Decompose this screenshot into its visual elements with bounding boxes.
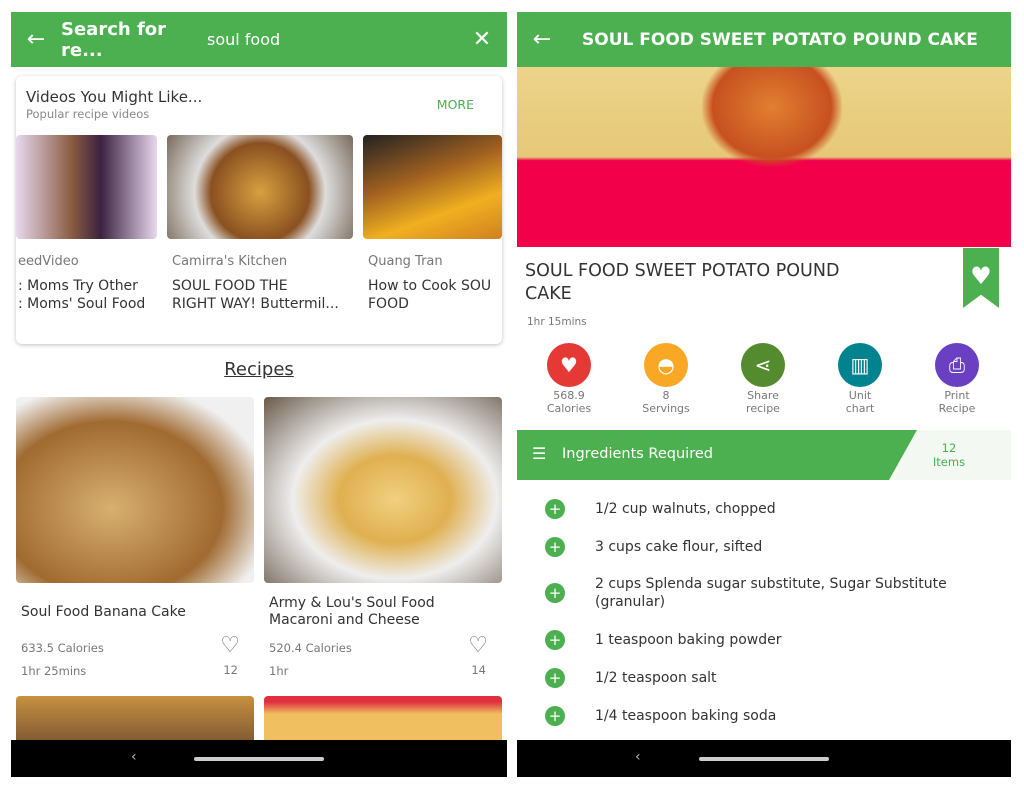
search-screen: ← Search for re... soul food ✕ Videos Yo… [11,12,507,777]
add-plus-icon[interactable]: + [545,706,565,726]
ingredients-bar: ☰ Ingredients Required 12 Items [517,430,1011,480]
videos-subtitle: Popular recipe videos [26,107,150,121]
action-value: 568.9 [553,389,585,402]
favorite-heart-icon[interactable]: ♡ [468,633,488,658]
search-title: Search for re... [61,18,167,61]
favorite-heart-icon[interactable]: ♡ [220,633,240,658]
recipe-calories: 633.5 Calories [21,641,104,655]
more-button[interactable]: MORE [437,97,474,112]
like-count: 12 [223,663,238,677]
ingredient-item[interactable]: +2 cups Splenda sugar substitute, Sugar … [545,575,965,611]
video-title[interactable]: SOUL FOOD THE RIGHT WAY! Buttermil... [172,277,352,313]
recipe-time: 1hr [269,664,289,678]
recipe-title: SOUL FOOD SWEET POTATO POUND CAKE [525,261,840,304]
add-plus-icon[interactable]: + [545,668,565,688]
share-icon: ⋖ [741,343,785,387]
add-plus-icon[interactable]: + [545,537,565,557]
recipe-time: 1hr 25mins [21,664,87,678]
ruler-icon: ▥ [838,343,882,387]
ingredient-text: 1/4 teaspoon baking soda [595,708,777,724]
like-count: 14 [471,663,486,677]
action-label: recipe [746,402,780,415]
video-thumbnail[interactable] [363,135,502,239]
recipe-calories: 520.4 Calories [269,641,352,655]
video-source: Quang Tran [368,254,443,269]
ingredient-item[interactable]: +1/2 teaspoon salt [545,668,717,688]
share-recipe-button[interactable]: ⋖ Share recipe [728,343,798,415]
add-plus-icon[interactable]: + [545,630,565,650]
system-nav-bar: ‹ [517,740,1011,777]
ingredient-item[interactable]: +3 cups cake flour, sifted [545,537,762,557]
recipe-name: Army & Lou's Soul Food Macaroni and Chee… [269,595,435,628]
ingredient-text: 1 teaspoon baking powder [595,632,782,648]
add-plus-icon[interactable]: + [545,583,565,603]
back-arrow-icon[interactable]: ← [11,27,61,52]
recipe-image [264,397,502,583]
unit-chart-button[interactable]: ▥ Unit chart [825,343,895,415]
search-bar: ← Search for re... soul food ✕ [11,12,507,67]
action-label: chart [845,402,875,415]
action-label: Print [944,389,970,402]
video-thumbnail[interactable] [16,135,157,239]
ingredients-label: Ingredients Required [562,446,713,462]
ingredient-item[interactable]: +1 teaspoon baking powder [545,630,782,650]
ingredient-item[interactable]: +1/4 teaspoon baking soda [545,706,776,726]
action-label: Share [747,389,779,402]
video-source: eedVideo [18,254,79,269]
recipe-card[interactable]: Army & Lou's Soul Food Macaroni and Chee… [264,397,502,687]
videos-card: Videos You Might Like... Popular recipe … [16,76,502,344]
home-handle[interactable] [699,757,829,761]
recipe-detail-screen: ← SOUL FOOD SWEET POTATO POUND CAKE SOUL… [517,12,1011,777]
add-plus-icon[interactable]: + [545,499,565,519]
action-value: 8 [662,389,670,402]
system-nav-bar: ‹ [11,740,507,777]
back-arrow-icon[interactable]: ← [517,27,567,52]
recipe-hero-image [517,67,1011,247]
detail-header: ← SOUL FOOD SWEET POTATO POUND CAKE [517,12,1011,67]
video-title[interactable]: : Moms Try Other : Moms' Soul Food [18,277,166,313]
action-label: Unit [848,389,872,402]
ingredient-item[interactable]: +1/2 cup walnuts, chopped [545,499,776,519]
nav-back-icon[interactable]: ‹ [635,749,641,765]
servings-action: ◓ 8 Servings [631,343,701,415]
search-input[interactable]: soul food [207,30,457,49]
items-count: 12 [941,441,957,455]
calorie-flame-icon: ♥ [547,343,591,387]
home-handle[interactable] [194,757,324,761]
videos-title: Videos You Might Like... [26,88,203,106]
video-source: Camirra's Kitchen [172,254,288,269]
calories-action: ♥ 568.9 Calories [534,343,604,415]
video-thumbnail[interactable] [167,135,353,239]
recipe-card[interactable]: Soul Food Banana Cake 633.5 Calories 1hr… [16,397,254,687]
bookmark-heart-icon[interactable]: ♥ [963,248,999,308]
clear-close-icon[interactable]: ✕ [457,27,507,52]
items-label: Items [932,455,966,469]
nav-back-icon[interactable]: ‹ [131,749,137,765]
recipes-heading: Recipes [224,359,294,380]
ingredient-text: 1/2 teaspoon salt [595,670,717,686]
print-recipe-button[interactable]: ⎙ Print Recipe [922,343,992,415]
ingredient-text: 1/2 cup walnuts, chopped [595,501,776,517]
action-label: Calories [546,402,592,415]
list-icon: ☰ [532,444,547,463]
recipe-image [16,397,254,583]
serving-cloche-icon: ◓ [644,343,688,387]
ingredient-text: 2 cups Splenda sugar substitute, Sugar S… [595,576,947,610]
cook-time: 1hr 15mins [527,316,587,328]
recipe-name: Soul Food Banana Cake [21,604,186,620]
video-title[interactable]: How to Cook SOU FOOD [368,277,502,313]
header-title: SOUL FOOD SWEET POTATO POUND CAKE [582,29,978,50]
ingredient-text: 3 cups cake flour, sifted [595,539,763,555]
action-label: Recipe [938,402,976,415]
printer-icon: ⎙ [935,343,979,387]
action-label: Servings [642,402,690,415]
